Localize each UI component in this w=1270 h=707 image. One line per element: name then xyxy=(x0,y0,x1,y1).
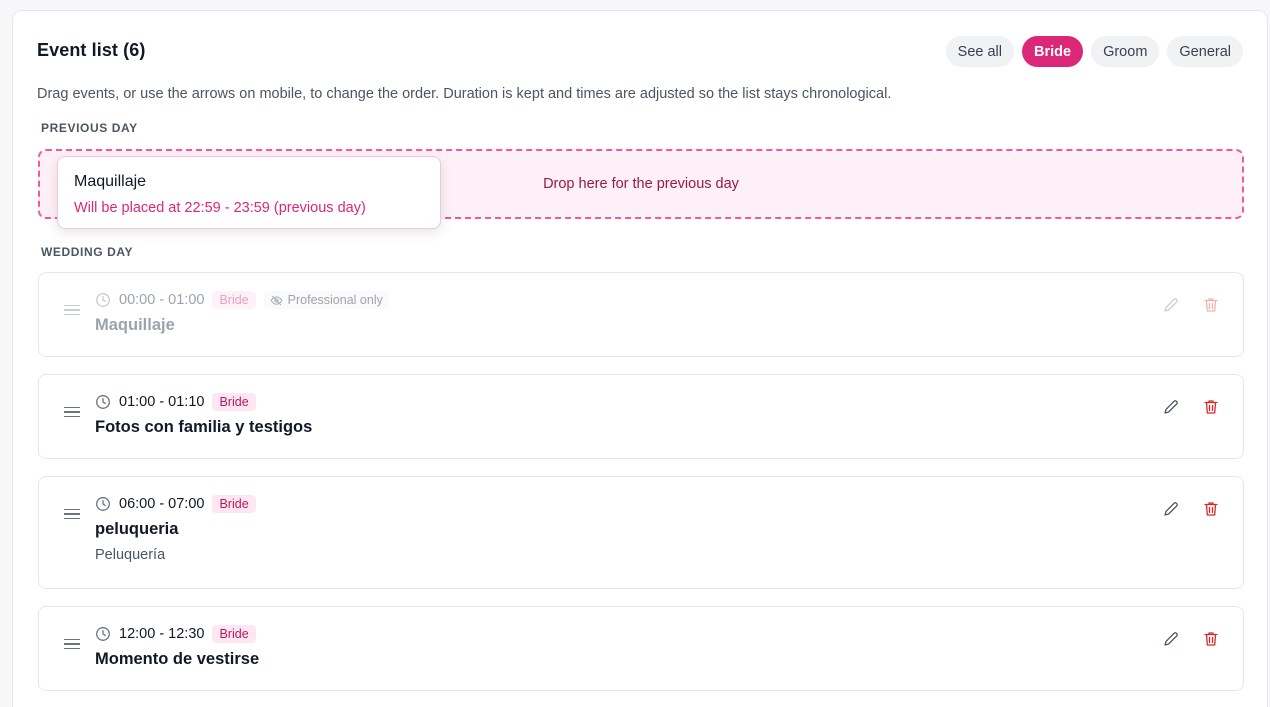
event-meta: 00:00 - 01:00 Bride Professional only xyxy=(95,290,389,310)
event-time: 01:00 - 01:10 xyxy=(119,394,205,410)
event-meta: 12:00 - 12:30 Bride xyxy=(95,624,264,644)
clock-icon xyxy=(96,395,110,409)
edit-icon[interactable] xyxy=(1162,296,1180,314)
event-badge: Bride xyxy=(212,291,256,309)
event-time: 00:00 - 01:00 xyxy=(119,292,205,308)
event-note: Peluquería xyxy=(95,547,166,563)
wedding-day-label: WEDDING DAY xyxy=(41,245,134,259)
event-name: Fotos con familia y testigos xyxy=(95,418,313,436)
clock-icon xyxy=(96,293,110,307)
drag-handle-icon[interactable] xyxy=(64,639,80,649)
event-name: Momento de vestirse xyxy=(95,650,260,668)
event-badge: Bride xyxy=(212,495,256,513)
visibility-text: Professional only xyxy=(287,293,383,307)
visibility-badge: Professional only xyxy=(263,291,389,309)
edit-icon[interactable] xyxy=(1162,500,1180,518)
delete-icon[interactable] xyxy=(1202,296,1220,314)
previous-day-label: PREVIOUS DAY xyxy=(41,121,138,135)
edit-icon[interactable] xyxy=(1162,630,1180,648)
edit-icon[interactable] xyxy=(1162,398,1180,416)
drag-handle-icon[interactable] xyxy=(64,509,80,519)
event-badge: Bride xyxy=(212,625,256,643)
event-card[interactable]: 12:00 - 12:30 Bride Momento de vestirse xyxy=(38,606,1244,691)
page-title: Event list (6) xyxy=(37,40,146,60)
event-card-ghost[interactable]: 00:00 - 01:00 Bride Professional only Ma… xyxy=(38,272,1244,357)
event-meta: 01:00 - 01:10 Bride xyxy=(95,392,264,412)
filter-bride-button[interactable]: Bride xyxy=(1022,36,1084,67)
event-name: Maquillaje xyxy=(95,316,175,334)
filter-group: See all Bride Groom General xyxy=(945,36,1243,67)
event-list-panel: Event list (6) See all Bride Groom Gener… xyxy=(12,10,1268,707)
event-time: 12:00 - 12:30 xyxy=(119,626,205,642)
dragging-event-hint: Will be placed at 22:59 - 23:59 (previou… xyxy=(74,200,366,216)
event-time: 06:00 - 07:00 xyxy=(119,496,205,512)
dragging-event-card[interactable]: Maquillaje Will be placed at 22:59 - 23:… xyxy=(57,156,441,229)
delete-icon[interactable] xyxy=(1202,398,1220,416)
delete-icon[interactable] xyxy=(1202,630,1220,648)
filter-general-button[interactable]: General xyxy=(1167,36,1243,67)
delete-icon[interactable] xyxy=(1202,500,1220,518)
clock-icon xyxy=(96,497,110,511)
filter-see-all-button[interactable]: See all xyxy=(945,36,1014,67)
event-name: peluqueria xyxy=(95,520,179,538)
filter-groom-button[interactable]: Groom xyxy=(1091,36,1160,67)
drag-handle-icon[interactable] xyxy=(64,407,80,417)
eye-off-icon xyxy=(270,295,283,305)
event-card[interactable]: 06:00 - 07:00 Bride peluqueria Peluquerí… xyxy=(38,476,1244,589)
event-card[interactable]: 01:00 - 01:10 Bride Fotos con familia y … xyxy=(38,374,1244,459)
instructions-text: Drag events, or use the arrows on mobile… xyxy=(37,86,892,102)
clock-icon xyxy=(96,627,110,641)
event-badge: Bride xyxy=(212,393,256,411)
drag-handle-icon[interactable] xyxy=(64,305,80,315)
event-meta: 06:00 - 07:00 Bride xyxy=(95,494,264,514)
dragging-event-name: Maquillaje xyxy=(74,173,147,190)
